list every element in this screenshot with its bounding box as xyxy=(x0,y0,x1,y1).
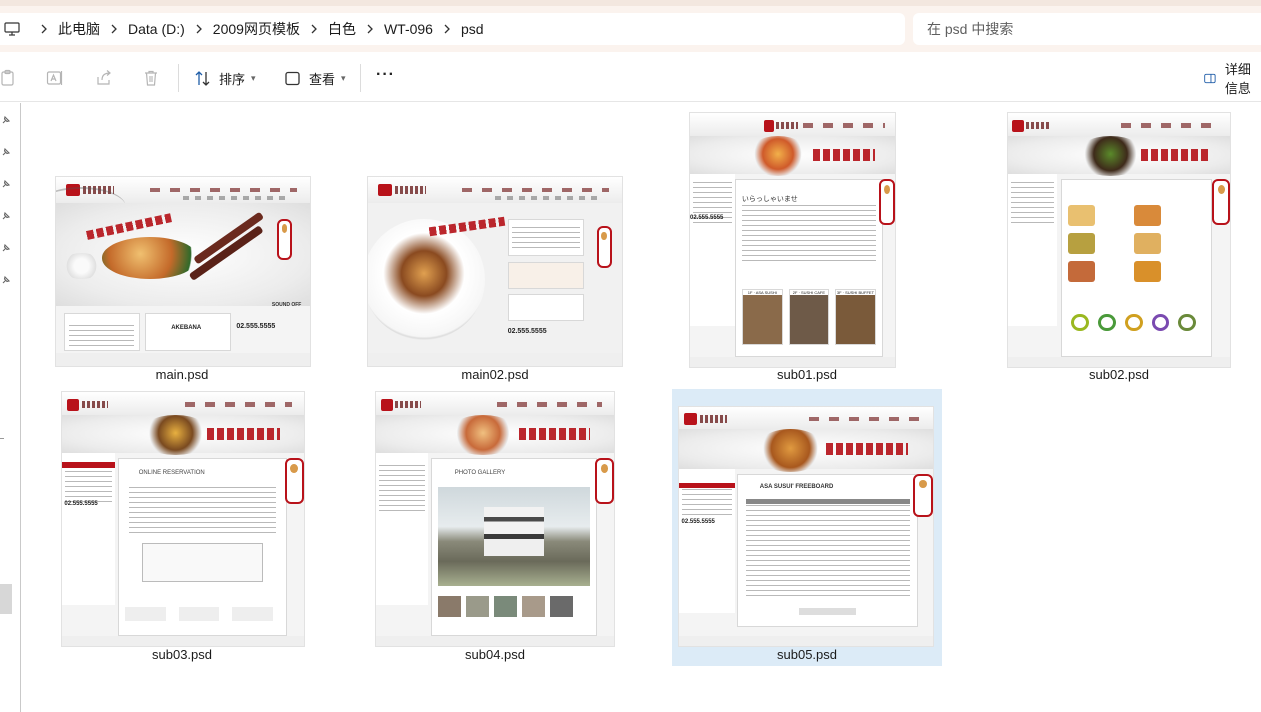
file-thumbnail[interactable]: PHOTO GALLERY xyxy=(375,391,615,647)
breadcrumb: 此电脑 Data (D:) 2009网页模板 白色 WT-096 psd xyxy=(30,13,484,45)
pin-icon[interactable] xyxy=(1,147,11,157)
file-item[interactable]: 02.555.5555 いらっしゃいませ 1F · ASA SUSHI 2F ·… xyxy=(676,109,938,387)
file-item-selected[interactable]: 02.555.5555 ASA SUSUI' FREEBOARD sub05.p… xyxy=(672,389,942,666)
view-button[interactable]: 查看 ▾ xyxy=(284,65,346,91)
freeboard-title: ASA SUSUI' FREEBOARD xyxy=(759,483,834,490)
file-item[interactable]: PHOTO GALLERY sub04.psd xyxy=(364,389,626,667)
search-box xyxy=(913,13,1261,45)
file-item[interactable]: sub02.psd xyxy=(988,109,1250,387)
file-thumbnail[interactable]: 02.555.5555 ASA SUSUI' FREEBOARD xyxy=(678,406,934,647)
chevron-right-icon[interactable] xyxy=(100,24,128,34)
details-pane-button[interactable]: 详细信息 xyxy=(1204,62,1261,96)
breadcrumb-item-wt096[interactable]: WT-096 xyxy=(384,21,433,37)
phone-number: 02.555.5555 xyxy=(236,322,276,330)
floor-2-label: 2F · SUSHI CAFE xyxy=(789,290,829,296)
view-label: 查看 xyxy=(309,71,336,87)
sort-button[interactable]: 排序 ▾ xyxy=(194,65,256,91)
akebana-label: AKEBANA xyxy=(171,324,202,331)
rename-icon[interactable] xyxy=(46,69,64,87)
phone-number: 02.555.5555 xyxy=(690,214,724,221)
details-label: 详细信息 xyxy=(1224,62,1251,96)
pin-icon[interactable] xyxy=(1,243,11,253)
toolbar-divider xyxy=(360,64,361,92)
file-thumbnail[interactable]: SOUND OFF AKEBANA 02.555.5555 xyxy=(55,176,311,367)
reservation-title: ONLINE RESERVATION xyxy=(138,469,205,476)
breadcrumb-item-psd[interactable]: psd xyxy=(461,21,484,37)
paste-icon[interactable] xyxy=(0,69,18,87)
file-grid: SOUND OFF AKEBANA 02.555.5555 main.psd 0… xyxy=(21,103,1261,712)
floor-3-label: 3F · SUSHI BUFFET xyxy=(836,290,875,296)
toolbar-divider xyxy=(178,64,179,92)
delete-icon[interactable] xyxy=(142,69,160,87)
command-bar: 排序 ▾ 查看 ▾ ··· 详细信息 xyxy=(0,52,1261,102)
chevron-right-icon[interactable] xyxy=(30,24,58,34)
nav-selection-marker[interactable] xyxy=(0,584,12,614)
search-input[interactable] xyxy=(913,13,1261,45)
file-item[interactable]: 02.555.5555 ONLINE RESERVATION sub03.psd xyxy=(51,389,313,667)
chevron-down-icon: ▾ xyxy=(251,72,256,83)
file-name[interactable]: main02.psd xyxy=(364,367,626,382)
breadcrumb-item-data-drive[interactable]: Data (D:) xyxy=(128,21,185,37)
sort-label: 排序 xyxy=(219,71,246,87)
file-name[interactable]: main.psd xyxy=(51,367,313,382)
navigation-pane xyxy=(0,103,20,712)
file-thumbnail[interactable]: 02.555.5555 いらっしゃいませ 1F · ASA SUSHI 2F ·… xyxy=(689,112,896,368)
sort-icon xyxy=(195,70,210,86)
pin-icon[interactable] xyxy=(1,179,11,189)
file-item[interactable]: SOUND OFF AKEBANA 02.555.5555 main.psd xyxy=(51,173,313,387)
gallery-title: PHOTO GALLERY xyxy=(454,469,506,476)
file-name[interactable]: sub05.psd xyxy=(672,647,942,662)
this-pc-icon[interactable] xyxy=(4,21,20,37)
share-icon[interactable] xyxy=(95,69,113,87)
breadcrumb-item-templates[interactable]: 2009网页模板 xyxy=(213,19,300,39)
address-bar-row: 此电脑 Data (D:) 2009网页模板 白色 WT-096 psd xyxy=(0,6,1261,52)
view-icon xyxy=(285,71,300,85)
floor-1-label: 1F · ASA SUSHI xyxy=(742,290,782,296)
file-name[interactable]: sub03.psd xyxy=(51,647,313,662)
chevron-right-icon[interactable] xyxy=(433,24,461,34)
address-bar[interactable]: 此电脑 Data (D:) 2009网页模板 白色 WT-096 psd xyxy=(0,13,905,45)
greeting-label: いらっしゃいませ xyxy=(741,196,798,204)
file-thumbnail[interactable]: 02.555.5555 xyxy=(367,176,623,367)
breadcrumb-item-white[interactable]: 白色 xyxy=(328,19,356,39)
file-thumbnail[interactable] xyxy=(1007,112,1231,368)
file-item[interactable]: 02.555.5555 main02.psd xyxy=(364,173,626,387)
chevron-down-icon: ▾ xyxy=(341,72,346,83)
file-name[interactable]: sub04.psd xyxy=(364,647,626,662)
phone-number: 02.555.5555 xyxy=(64,501,98,508)
chevron-right-icon[interactable] xyxy=(300,24,328,34)
phone-number: 02.555.5555 xyxy=(681,519,715,526)
file-name[interactable]: sub02.psd xyxy=(988,367,1250,382)
file-name[interactable]: sub01.psd xyxy=(676,367,938,382)
file-thumbnail[interactable]: 02.555.5555 ONLINE RESERVATION xyxy=(61,391,305,647)
pin-icon[interactable] xyxy=(1,275,11,285)
chevron-right-icon[interactable] xyxy=(356,24,384,34)
sound-off-label: SOUND OFF xyxy=(271,301,302,308)
pin-icon[interactable] xyxy=(1,211,11,221)
more-options-button[interactable]: ··· xyxy=(376,66,395,84)
nav-tick xyxy=(0,438,4,439)
chevron-right-icon[interactable] xyxy=(185,24,213,34)
pin-icon[interactable] xyxy=(1,115,11,125)
details-pane-icon xyxy=(1204,73,1216,83)
phone-number: 02.555.5555 xyxy=(507,328,547,336)
breadcrumb-item-this-pc[interactable]: 此电脑 xyxy=(58,19,100,39)
